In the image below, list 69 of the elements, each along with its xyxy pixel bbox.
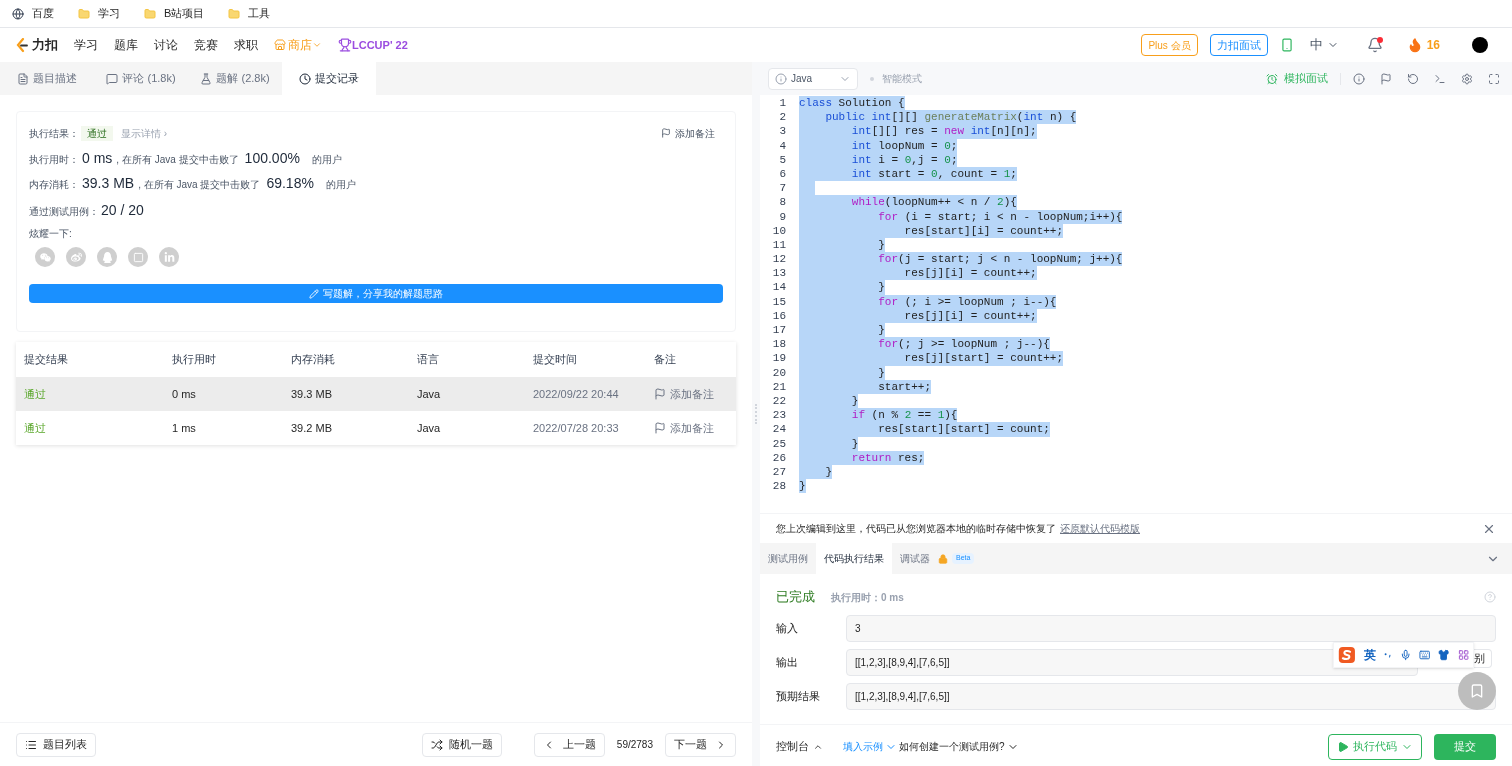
line-number: 1	[778, 96, 786, 111]
stat-percent: 100.00%	[244, 149, 300, 168]
line-number: 6	[778, 166, 786, 182]
line-number: 15	[771, 294, 786, 309]
result-field: [[1,2,3],[8,9,4],[7,6,5]]	[846, 683, 1496, 710]
result-field: 3	[846, 615, 1496, 642]
status-badge: 通过	[81, 125, 113, 141]
field-label: 输入	[776, 621, 799, 636]
table-cell-text: 39.3 MB	[291, 386, 333, 402]
table-cell-text: Java	[417, 420, 442, 436]
column-header: 语言	[417, 352, 440, 368]
line-number: 5	[778, 152, 786, 167]
status-cell-text: 通过	[24, 420, 47, 436]
line-number: 10	[771, 223, 786, 238]
line-number: 26	[771, 450, 786, 465]
line-number: 25	[771, 436, 786, 451]
line-number: 19	[771, 351, 786, 366]
line-number: 22	[771, 393, 786, 409]
line-number: 2	[778, 110, 786, 125]
line-number: 11	[771, 237, 786, 253]
table-cell-text: Java	[417, 386, 442, 402]
run-status: 已完成	[776, 588, 815, 607]
line-number: 28	[771, 479, 786, 494]
table-cell-text: 2022/07/28 20:33	[533, 420, 620, 436]
column-header: 提交时间	[533, 352, 578, 368]
field-label: 通过测试用例：	[29, 205, 100, 219]
line-number: 9	[778, 209, 786, 224]
table-cell-text: 2022/09/22 20:44	[533, 386, 620, 402]
line-number: 21	[771, 379, 786, 394]
stat-text: , 在所有 Java 提交中击败了	[138, 178, 261, 192]
line-number: 8	[778, 195, 786, 210]
line-number: 18	[771, 337, 786, 352]
table-cell-text: 0 ms	[172, 386, 197, 402]
column-header: 提交结果	[24, 352, 69, 368]
problem-counter: 59/2783	[616, 738, 653, 752]
line-number: 7	[778, 181, 786, 196]
column-header: 执行用时	[172, 352, 217, 368]
line-number: 24	[771, 422, 786, 437]
table-cell-text: 1 ms	[172, 420, 197, 436]
stat-value: 39.3 MB	[82, 174, 135, 193]
stat-value: 0 ms	[82, 149, 113, 168]
line-number: 14	[771, 280, 786, 295]
line-number: 17	[771, 323, 786, 338]
restore-notice: 您上次编辑到这里，代码已从您浏览器本地的临时存储中恢复了	[776, 522, 1056, 536]
column-header: 内存消耗	[291, 352, 336, 368]
field-label: 输出	[776, 655, 799, 670]
field-label: 预期结果	[776, 689, 821, 704]
line-number: 3	[778, 124, 786, 139]
line-number: 13	[771, 266, 786, 281]
line-number: 23	[771, 408, 786, 423]
share-label: 炫耀一下:	[29, 227, 73, 241]
field-label: 执行用时：	[29, 153, 80, 167]
stat-suffix: 的用户	[311, 153, 342, 167]
test-count: 20 / 20	[101, 201, 144, 220]
run-time: 执行用时：0 ms	[831, 590, 904, 605]
table-cell-text: 39.2 MB	[291, 420, 333, 436]
stat-suffix: 的用户	[325, 178, 356, 192]
stat-text: , 在所有 Java 提交中击败了	[116, 153, 239, 167]
line-number: 20	[771, 365, 786, 380]
line-number: 27	[771, 464, 786, 480]
line-number: 12	[771, 252, 786, 267]
column-header: 备注	[654, 352, 677, 368]
streak-count: 16	[1426, 37, 1440, 54]
field-label: 内存消耗：	[29, 178, 80, 192]
status-cell-text: 通过	[24, 386, 47, 402]
line-number: 16	[771, 308, 786, 323]
field-label: 执行结果：	[29, 126, 80, 141]
line-number: 4	[778, 138, 786, 153]
stat-percent: 69.18%	[266, 174, 314, 193]
